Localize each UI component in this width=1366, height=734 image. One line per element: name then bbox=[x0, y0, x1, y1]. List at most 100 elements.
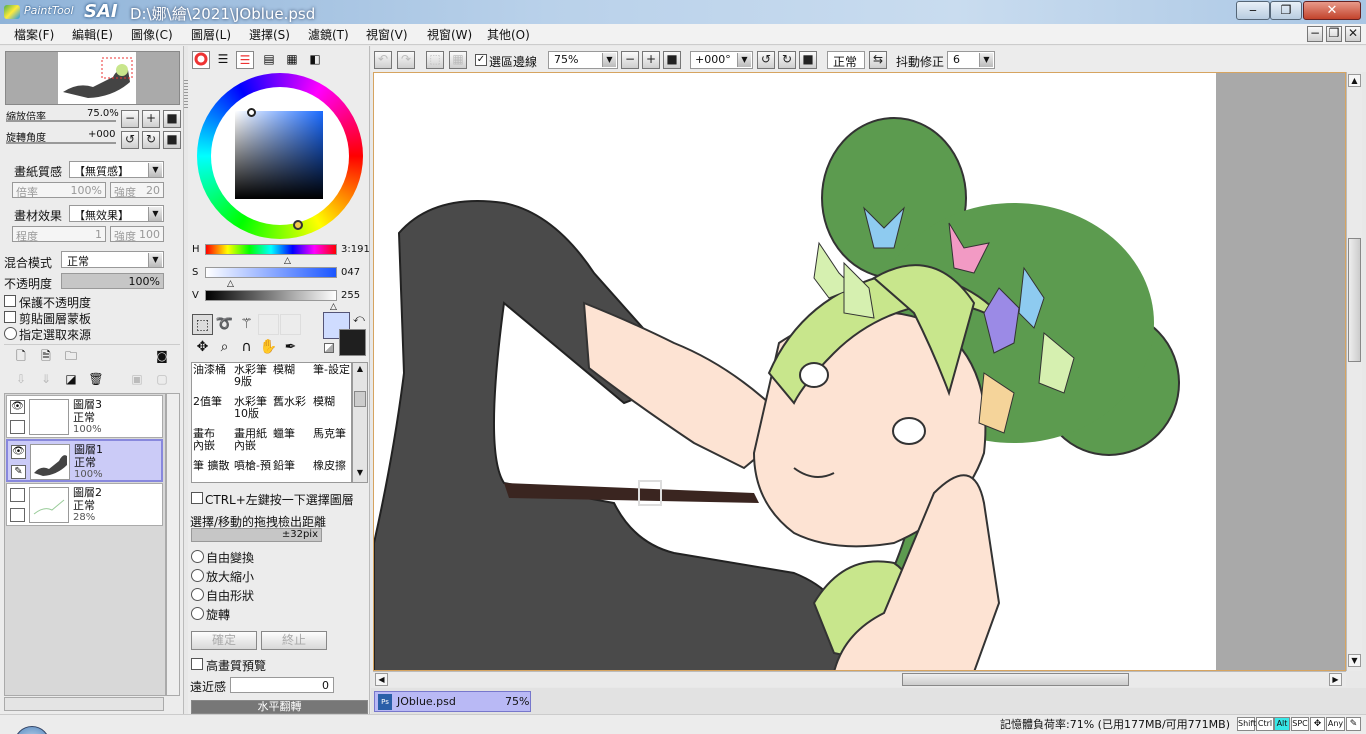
brush-binary[interactable]: 2值筆 bbox=[193, 396, 233, 427]
brush-bucket[interactable]: 油漆桶 bbox=[193, 364, 233, 395]
scroll-down-icon[interactable]: ▼ bbox=[1348, 654, 1361, 667]
layer-mask-icon[interactable]: ◙ bbox=[153, 348, 171, 366]
brush-airbrush[interactable]: 噴槍-預 bbox=[234, 460, 274, 482]
eye-icon[interactable]: 👁 bbox=[10, 400, 25, 414]
zoom-select[interactable]: 75% ▼ bbox=[548, 51, 618, 69]
doc-minimize-button[interactable]: − bbox=[1307, 26, 1323, 42]
menu-filter[interactable]: 濾鏡(T) bbox=[308, 26, 349, 43]
transfer-down-icon[interactable]: ⇩ bbox=[12, 371, 30, 389]
menu-window[interactable]: 視窗(W) bbox=[427, 26, 472, 43]
layer-row[interactable]: 👁 圖層3 正常 100% bbox=[6, 395, 163, 438]
zoom-out-button[interactable]: − bbox=[121, 110, 139, 128]
hue-slider[interactable] bbox=[205, 244, 337, 255]
clear-layer-icon[interactable]: ◪ bbox=[62, 371, 80, 389]
toolbar-zoom-in-button[interactable]: + bbox=[642, 51, 660, 69]
lock-toggle[interactable] bbox=[10, 508, 25, 522]
brush-blur-2[interactable]: 模糊 bbox=[313, 396, 353, 427]
toolbar-rotate-left-button[interactable]: ↺ bbox=[757, 51, 775, 69]
color-wheel-tab-icon[interactable] bbox=[192, 51, 210, 69]
rotate-slider[interactable] bbox=[6, 142, 116, 144]
new-set-icon[interactable]: 🗎 bbox=[37, 348, 55, 366]
brush-scroll-thumb[interactable] bbox=[354, 391, 366, 407]
scratchpad-tab-icon[interactable]: ◧ bbox=[306, 51, 324, 69]
visibility-toggle[interactable] bbox=[10, 488, 25, 502]
brush-blur[interactable]: 模糊 bbox=[273, 364, 313, 395]
paper-scale-field[interactable]: 倍率 100% bbox=[12, 182, 106, 199]
rotate-right-button[interactable]: ↻ bbox=[142, 131, 160, 149]
invert-selection-icon[interactable]: ▦ bbox=[449, 51, 467, 69]
zoom-in-button[interactable]: + bbox=[142, 110, 160, 128]
view-mode-select[interactable]: 正常 bbox=[827, 51, 865, 69]
paper-strength-field[interactable]: 強度 20 bbox=[110, 182, 164, 199]
rgb-slider-tab-icon[interactable]: ☰ bbox=[214, 51, 232, 69]
free-transform-radio[interactable] bbox=[191, 550, 204, 563]
swap-colors-icon[interactable]: ⤺ bbox=[353, 312, 365, 326]
menu-edit[interactable]: 編輯(E) bbox=[72, 26, 113, 43]
delete-layer-icon[interactable]: 🗑 bbox=[87, 371, 105, 389]
free-shape-radio[interactable] bbox=[191, 588, 204, 601]
rotate-reset-button[interactable]: ■ bbox=[163, 131, 181, 149]
hue-cursor[interactable] bbox=[293, 220, 303, 230]
new-folder-icon[interactable]: 🗀 bbox=[62, 348, 80, 366]
protect-opacity-checkbox[interactable] bbox=[4, 295, 16, 307]
scroll-down-icon[interactable]: ▼ bbox=[354, 468, 366, 480]
layer-hscrollbar[interactable] bbox=[4, 697, 164, 711]
menu-select[interactable]: 選擇(S) bbox=[249, 26, 290, 43]
hsv-slider-tab-icon[interactable]: ☰ bbox=[236, 51, 254, 69]
zoom-reset-button[interactable]: ■ bbox=[163, 110, 181, 128]
brush-watercolor-9[interactable]: 水彩筆 9版 bbox=[234, 364, 274, 395]
blend-mode-select[interactable]: 正常 ▼ bbox=[61, 251, 164, 268]
eye-icon[interactable]: 👁 bbox=[11, 445, 26, 459]
minimize-button[interactable]: ‒ bbox=[1236, 1, 1270, 20]
opacity-slider[interactable]: 100% bbox=[61, 273, 164, 289]
effect-strength-field[interactable]: 強度 100 bbox=[110, 226, 164, 243]
menu-view[interactable]: 視窗(V) bbox=[366, 26, 408, 43]
toolbar-zoom-out-button[interactable]: − bbox=[621, 51, 639, 69]
rotate-radio[interactable] bbox=[191, 607, 204, 620]
canvas-hscroll-thumb[interactable] bbox=[902, 673, 1129, 686]
sv-cursor[interactable] bbox=[247, 108, 256, 117]
hand-icon[interactable]: ✋ bbox=[258, 337, 279, 358]
apply-mask-icon[interactable]: ▣ bbox=[128, 371, 146, 389]
paper-texture-select[interactable]: 【無質感】 ▼ bbox=[69, 161, 164, 178]
zoom-icon[interactable]: ⌕ bbox=[214, 337, 235, 358]
menu-file[interactable]: 檔案(F) bbox=[14, 26, 54, 43]
pen-icon[interactable]: ✎ bbox=[11, 465, 26, 479]
clipping-mask-checkbox[interactable] bbox=[4, 311, 16, 323]
layer-list-scrollbar[interactable] bbox=[166, 393, 180, 696]
canvas-paper[interactable] bbox=[374, 73, 1216, 670]
marquee-select-icon[interactable]: ⬚ bbox=[192, 314, 213, 335]
navigator-preview[interactable] bbox=[5, 51, 180, 105]
brush-pen-setting[interactable]: 筆-設定 bbox=[313, 364, 353, 395]
layer-row[interactable]: 圖層2 正常 28% bbox=[6, 483, 163, 526]
drag-distance-slider[interactable]: ±32pix bbox=[191, 528, 322, 542]
redo-icon[interactable]: ↷ bbox=[397, 51, 415, 69]
canvas-vscroll-thumb[interactable] bbox=[1348, 238, 1361, 362]
hue-slider-thumb[interactable]: △ bbox=[284, 256, 291, 266]
merge-down-icon[interactable]: ⇓ bbox=[37, 371, 55, 389]
scroll-up-icon[interactable]: ▲ bbox=[1348, 74, 1361, 87]
undo-icon[interactable]: ↶ bbox=[374, 51, 392, 69]
menu-image[interactable]: 圖像(C) bbox=[131, 26, 173, 43]
delete-mask-icon[interactable]: ▢ bbox=[153, 371, 171, 389]
scroll-right-icon[interactable]: ▶ bbox=[1329, 673, 1342, 686]
layer-row-selected[interactable]: 👁 ✎ 圖層1 正常 100% bbox=[6, 439, 163, 482]
hq-preview-checkbox[interactable] bbox=[191, 658, 203, 670]
brush-scrollbar[interactable]: ▲ ▼ bbox=[352, 362, 368, 483]
scroll-left-icon[interactable]: ◀ bbox=[375, 673, 388, 686]
brush-eraser[interactable]: 橡皮擦 bbox=[313, 460, 353, 482]
confirm-button[interactable]: 確定 bbox=[191, 631, 257, 650]
toolbar-zoom-reset-button[interactable]: ■ bbox=[663, 51, 681, 69]
effect-select[interactable]: 【無效果】 ▼ bbox=[69, 205, 164, 222]
canvas-hscrollbar[interactable]: ◀ ▶ bbox=[373, 671, 1346, 687]
background-color-swatch[interactable] bbox=[339, 329, 366, 356]
rotate-view-icon[interactable]: ∩ bbox=[236, 337, 257, 358]
brush-paper[interactable]: 畫用紙 內嵌 bbox=[234, 428, 274, 459]
lock-toggle[interactable] bbox=[10, 420, 25, 434]
flip-view-icon[interactable]: ⇆ bbox=[869, 51, 887, 69]
scroll-up-icon[interactable]: ▲ bbox=[354, 364, 366, 376]
restore-button[interactable]: ❐ bbox=[1270, 1, 1302, 20]
new-layer-icon[interactable]: 🗋 bbox=[12, 348, 30, 366]
stabilizer-select[interactable]: 6 ▼ bbox=[947, 51, 995, 69]
lasso-icon[interactable]: ➰ bbox=[214, 314, 235, 335]
